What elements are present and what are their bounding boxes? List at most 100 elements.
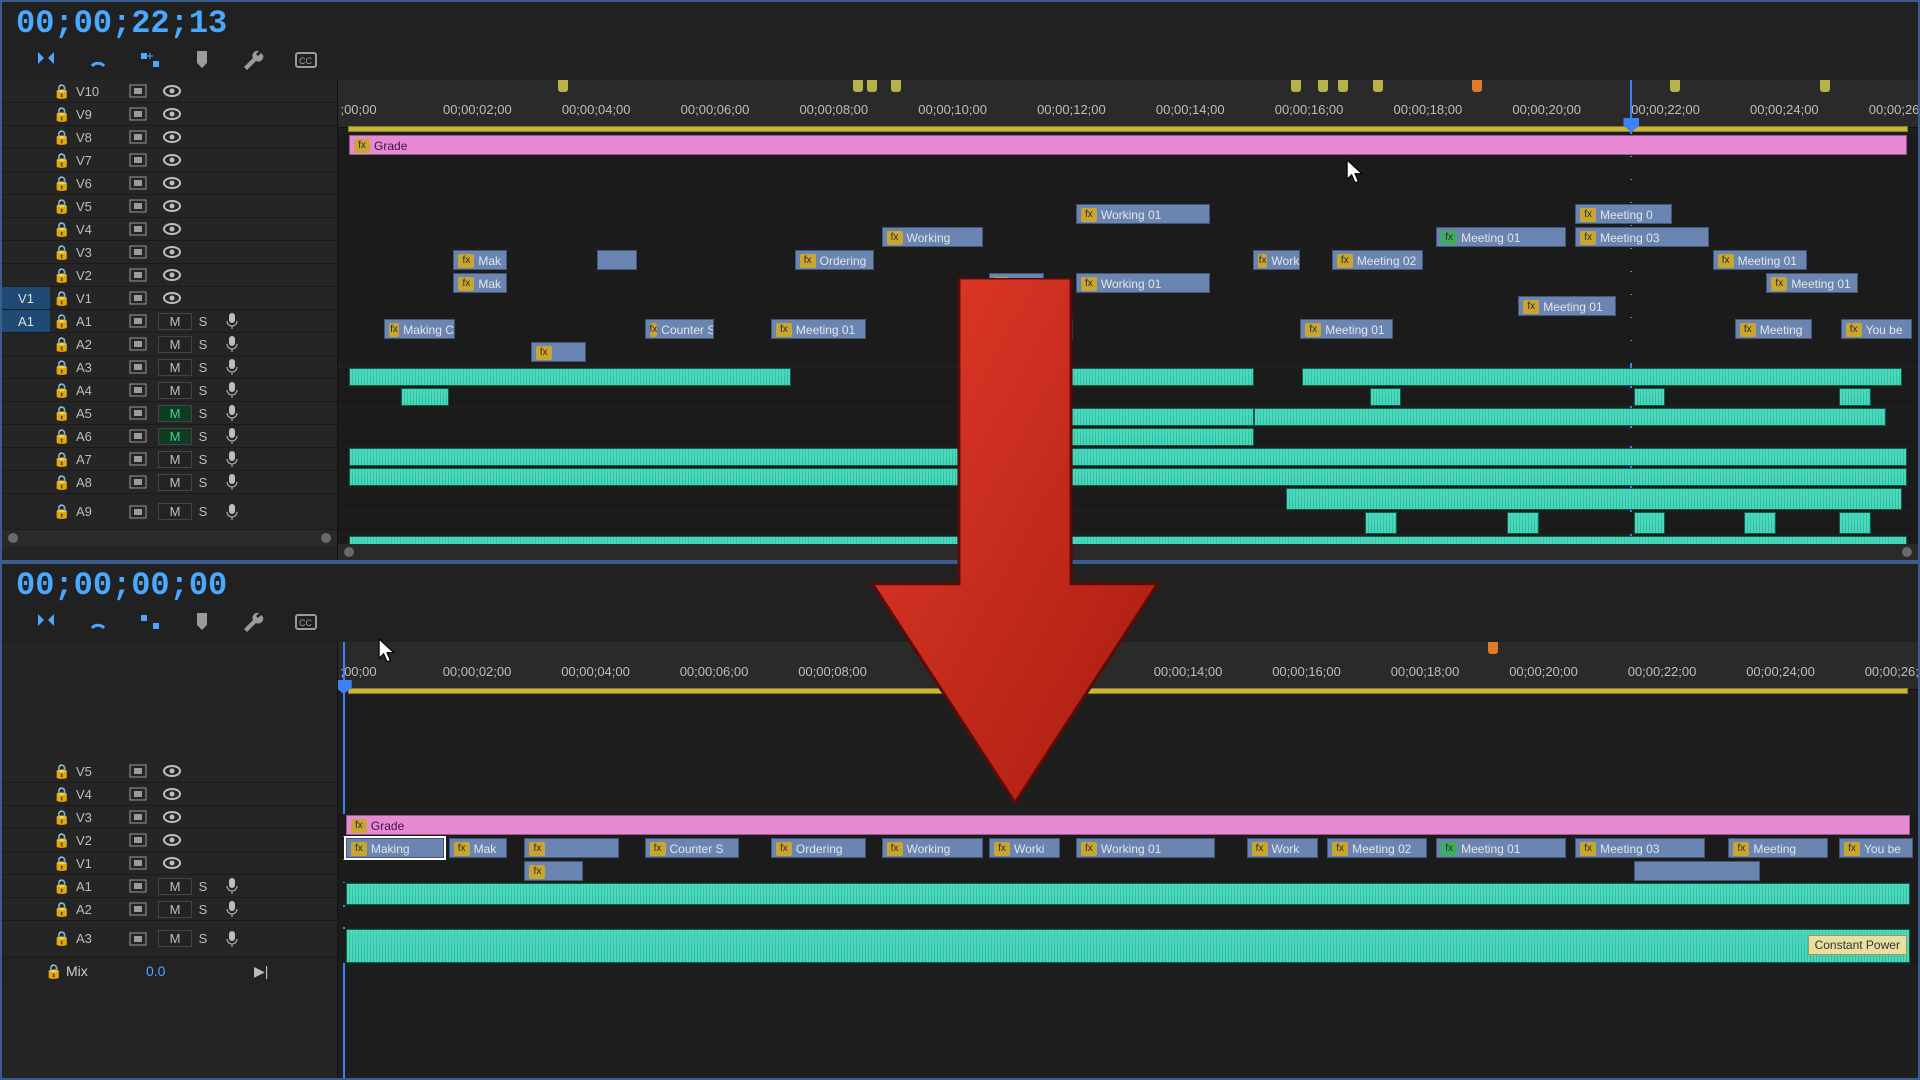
solo-toggle[interactable]: S [188, 475, 218, 490]
video-clip[interactable]: fx [531, 342, 586, 362]
audio-clip[interactable] [1254, 408, 1886, 426]
audio-clip[interactable] [349, 448, 1907, 466]
mute-toggle[interactable]: M [158, 405, 188, 422]
track-header-A3[interactable]: 🔒 A3 M S [2, 921, 337, 957]
sequence-marker[interactable] [1291, 80, 1301, 92]
track-header-V2[interactable]: 🔒 V2 [2, 264, 337, 287]
lock-icon[interactable]: 🔒 [50, 152, 74, 169]
lock-icon[interactable]: 🔒 [42, 963, 66, 980]
sequence-marker[interactable] [1820, 80, 1830, 92]
cc-icon[interactable]: CC [292, 610, 320, 634]
eye-icon[interactable] [158, 787, 186, 801]
audio-clip[interactable] [1002, 408, 1255, 426]
solo-toggle[interactable]: S [188, 337, 218, 352]
audio-clip[interactable] [1002, 428, 1255, 446]
source-patch[interactable] [2, 333, 50, 355]
track-header-V4[interactable]: 🔒 V4 [2, 783, 337, 806]
video-clip[interactable]: fx01 [1008, 319, 1073, 339]
sequence-marker[interactable] [1373, 80, 1383, 92]
snap-icon[interactable] [32, 610, 60, 634]
video-clip[interactable]: fxWorking [882, 838, 983, 858]
mute-toggle[interactable]: M [158, 474, 188, 491]
source-patch[interactable] [2, 356, 50, 378]
sequence-marker[interactable] [1670, 80, 1680, 92]
voiceover-icon[interactable] [218, 427, 246, 445]
track-header-A6[interactable]: 🔒 A6 M S [2, 425, 337, 448]
video-clip[interactable]: fxMeeting 01 [1518, 296, 1616, 316]
audio-clip[interactable] [1634, 512, 1666, 534]
source-patch[interactable]: A1 [2, 310, 50, 332]
lock-icon[interactable]: 🔒 [50, 855, 74, 872]
source-patch[interactable] [2, 494, 50, 529]
sequence-marker[interactable] [867, 80, 877, 92]
voiceover-icon[interactable] [218, 503, 246, 521]
lock-icon[interactable]: 🔒 [50, 763, 74, 780]
insert-overwrite-icon[interactable] [136, 610, 164, 634]
eye-icon[interactable] [158, 291, 186, 305]
sync-lock-icon[interactable] [118, 810, 158, 824]
track-header-V3[interactable]: 🔒 V3 [2, 241, 337, 264]
sequence-marker[interactable] [1472, 80, 1482, 92]
eye-icon[interactable] [158, 130, 186, 144]
audio-clip[interactable] [1365, 512, 1397, 534]
time-ruler-bottom[interactable]: ;00;0000;00;02;0000;00;04;0000;00;06;000… [338, 642, 1918, 690]
lock-icon[interactable]: 🔒 [50, 809, 74, 826]
video-clip[interactable]: fxMaking [346, 838, 444, 858]
source-patch[interactable] [2, 921, 50, 956]
mute-toggle[interactable]: M [158, 901, 188, 918]
video-clip[interactable]: fxYou be [1839, 838, 1913, 858]
linked-selection-icon[interactable] [84, 610, 112, 634]
marker-icon[interactable] [188, 48, 216, 72]
solo-toggle[interactable]: S [188, 879, 218, 894]
sync-lock-icon[interactable] [118, 314, 158, 328]
voiceover-icon[interactable] [218, 930, 246, 948]
lock-icon[interactable]: 🔒 [50, 267, 74, 284]
video-clip[interactable]: fxMak [453, 250, 507, 270]
track-header-A3[interactable]: 🔒 A3 M S [2, 356, 337, 379]
lock-icon[interactable]: 🔒 [50, 930, 74, 947]
lock-icon[interactable]: 🔒 [50, 221, 74, 238]
audio-clip[interactable] [970, 388, 1002, 406]
source-patch[interactable] [2, 898, 50, 920]
sync-lock-icon[interactable] [118, 222, 158, 236]
mute-toggle[interactable]: M [158, 930, 188, 947]
snap-icon[interactable] [32, 48, 60, 72]
source-patch[interactable] [2, 471, 50, 493]
video-clip[interactable]: fxWorki [989, 838, 1060, 858]
video-clip[interactable]: fxMeeting 03 [1575, 227, 1709, 247]
sync-lock-icon[interactable] [118, 833, 158, 847]
mute-toggle[interactable]: M [158, 359, 188, 376]
mute-toggle[interactable]: M [158, 336, 188, 353]
audio-clip[interactable] [349, 368, 791, 386]
solo-toggle[interactable]: S [188, 429, 218, 444]
video-clip[interactable]: fxMeeting [1735, 319, 1812, 339]
lock-icon[interactable]: 🔒 [50, 313, 74, 330]
audio-clip[interactable] [1744, 512, 1776, 534]
track-header-V4[interactable]: 🔒 V4 [2, 218, 337, 241]
marker-icon[interactable] [188, 610, 216, 634]
lock-icon[interactable]: 🔒 [50, 290, 74, 307]
lock-icon[interactable]: 🔒 [50, 901, 74, 918]
source-patch[interactable] [2, 402, 50, 424]
lock-icon[interactable]: 🔒 [50, 129, 74, 146]
audio-clip[interactable] [1286, 488, 1902, 510]
audio-clip[interactable] [1302, 368, 1902, 386]
source-patch[interactable] [2, 875, 50, 897]
mix-value[interactable]: 0.0 [146, 963, 206, 979]
solo-toggle[interactable]: S [188, 452, 218, 467]
video-clip[interactable]: fxMeeting 01 [1713, 250, 1808, 270]
track-header-V1[interactable]: V1 🔒 V1 [2, 287, 337, 310]
source-patch[interactable] [2, 103, 50, 125]
timeline-area-top[interactable]: ;00;0000;00;02;0000;00;04;0000;00;06;000… [338, 80, 1918, 560]
sync-lock-icon[interactable] [118, 429, 158, 443]
source-patch[interactable]: V1 [2, 287, 50, 309]
video-clip[interactable]: fxMeeting 01 [771, 319, 866, 339]
source-patch[interactable] [2, 149, 50, 171]
lock-icon[interactable]: 🔒 [50, 83, 74, 100]
solo-toggle[interactable]: S [188, 902, 218, 917]
lock-icon[interactable]: 🔒 [50, 832, 74, 849]
voiceover-icon[interactable] [218, 381, 246, 399]
clip-grade[interactable]: fxGrade [349, 135, 1907, 155]
source-patch[interactable] [2, 126, 50, 148]
voiceover-icon[interactable] [218, 877, 246, 895]
